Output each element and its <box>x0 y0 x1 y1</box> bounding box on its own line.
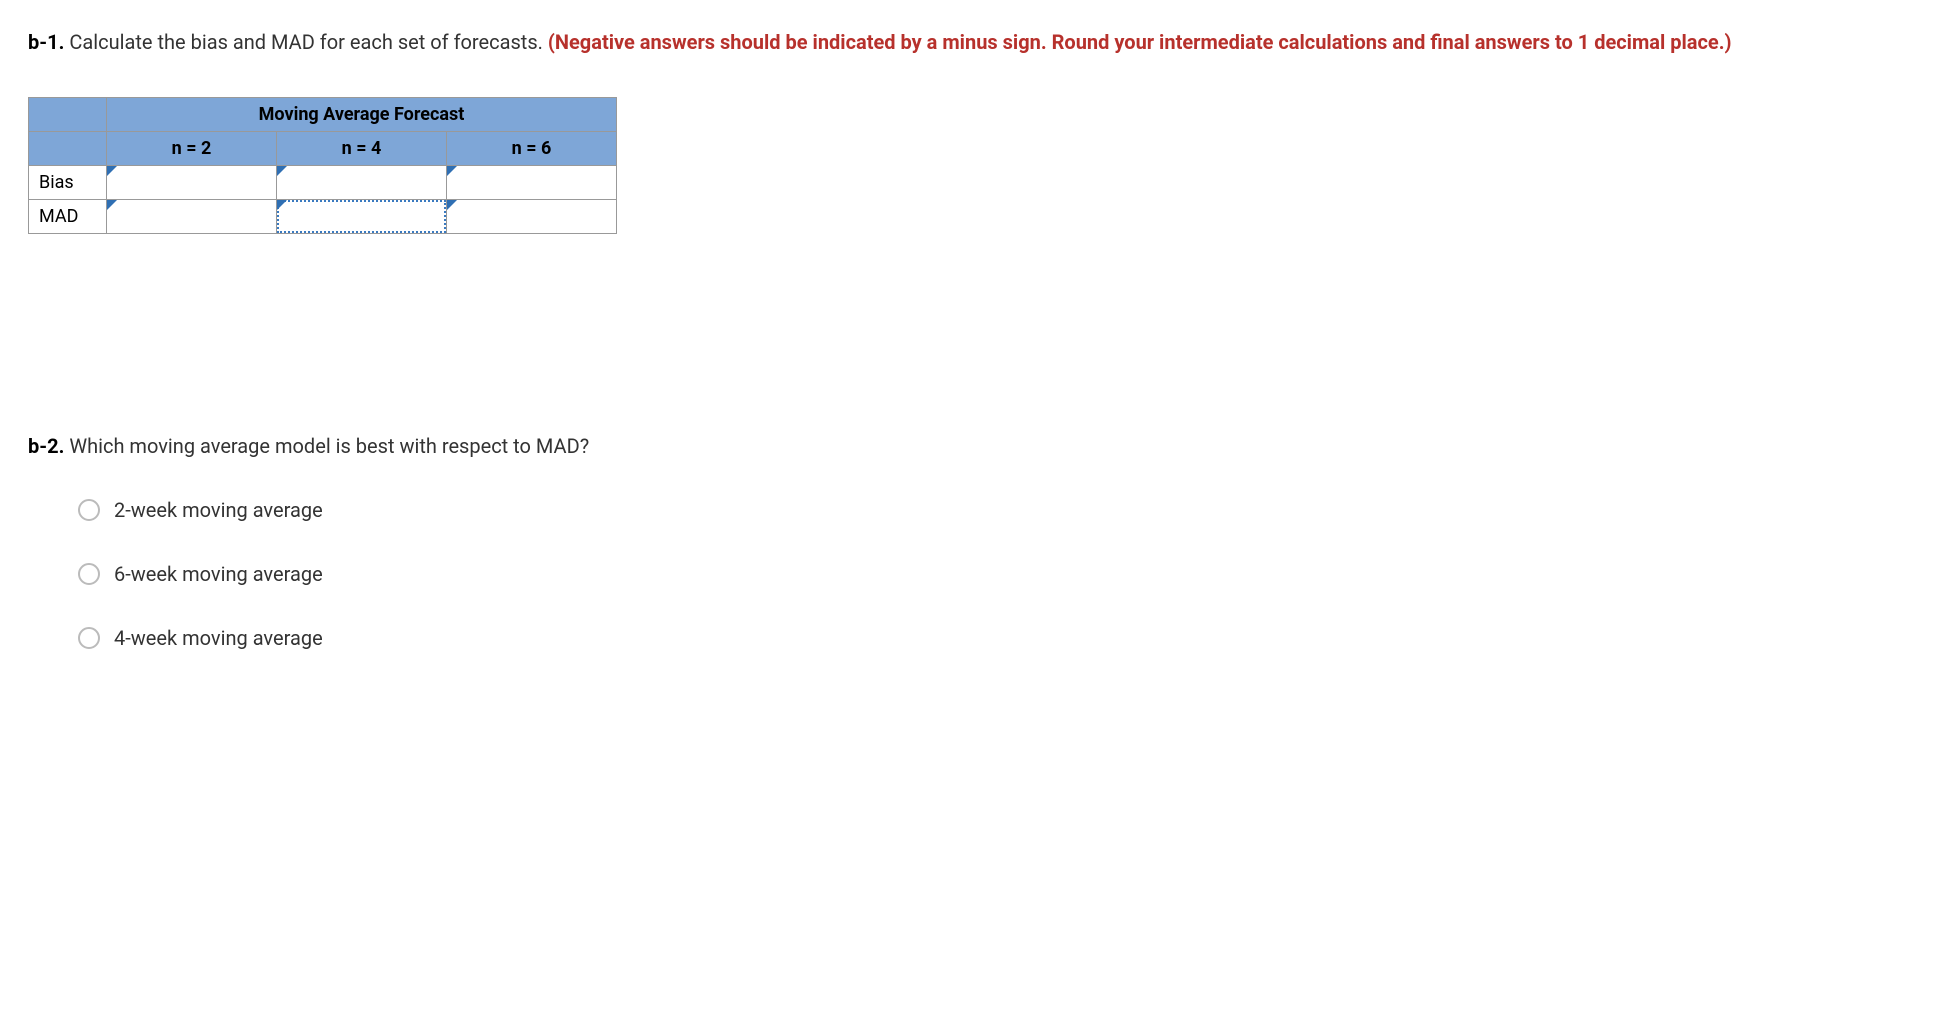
option-label: 2-week moving average <box>114 498 323 522</box>
input-bias-n4[interactable] <box>277 166 446 199</box>
question-b2-label: b-2. <box>28 434 64 458</box>
option-6-week[interactable]: 6-week moving average <box>78 562 1906 586</box>
col-header-n4: n = 4 <box>277 132 447 166</box>
row-label-mad: MAD <box>29 200 107 234</box>
col-header-n2: n = 2 <box>107 132 277 166</box>
input-mad-n6[interactable] <box>447 200 616 233</box>
cell-mad-n4 <box>277 200 447 234</box>
input-mad-n4[interactable] <box>277 200 446 233</box>
input-marker-icon <box>447 200 457 210</box>
table-title: Moving Average Forecast <box>107 98 617 132</box>
input-marker-icon <box>277 166 287 176</box>
table-corner <box>29 98 107 132</box>
cell-bias-n6 <box>447 166 617 200</box>
input-mad-n2[interactable] <box>107 200 276 233</box>
question-b1: b-1. Calculate the bias and MAD for each… <box>28 28 1906 57</box>
option-2-week[interactable]: 2-week moving average <box>78 498 1906 522</box>
question-b1-text: Calculate the bias and MAD for each set … <box>64 30 548 54</box>
option-4-week[interactable]: 4-week moving average <box>78 626 1906 650</box>
table-row: Bias <box>29 166 617 200</box>
radio-icon[interactable] <box>78 563 100 585</box>
question-b2: b-2. Which moving average model is best … <box>28 434 1906 458</box>
option-label: 4-week moving average <box>114 626 323 650</box>
option-label: 6-week moving average <box>114 562 323 586</box>
input-bias-n2[interactable] <box>107 166 276 199</box>
row-label-bias: Bias <box>29 166 107 200</box>
radio-icon[interactable] <box>78 627 100 649</box>
cell-bias-n4 <box>277 166 447 200</box>
question-b1-label: b-1. <box>28 30 64 54</box>
table-corner-2 <box>29 132 107 166</box>
forecast-table: Moving Average Forecast n = 2 n = 4 n = … <box>28 97 617 234</box>
question-b2-text: Which moving average model is best with … <box>64 434 589 458</box>
input-marker-icon <box>277 200 287 210</box>
cell-bias-n2 <box>107 166 277 200</box>
radio-icon[interactable] <box>78 499 100 521</box>
cell-mad-n6 <box>447 200 617 234</box>
input-marker-icon <box>107 200 117 210</box>
table-row: MAD <box>29 200 617 234</box>
input-marker-icon <box>447 166 457 176</box>
forecast-table-wrap: Moving Average Forecast n = 2 n = 4 n = … <box>28 97 1906 234</box>
input-bias-n6[interactable] <box>447 166 616 199</box>
col-header-n6: n = 6 <box>447 132 617 166</box>
input-marker-icon <box>107 166 117 176</box>
question-b1-instruction: (Negative answers should be indicated by… <box>548 30 1732 54</box>
options-group: 2-week moving average 6-week moving aver… <box>28 498 1906 650</box>
cell-mad-n2 <box>107 200 277 234</box>
